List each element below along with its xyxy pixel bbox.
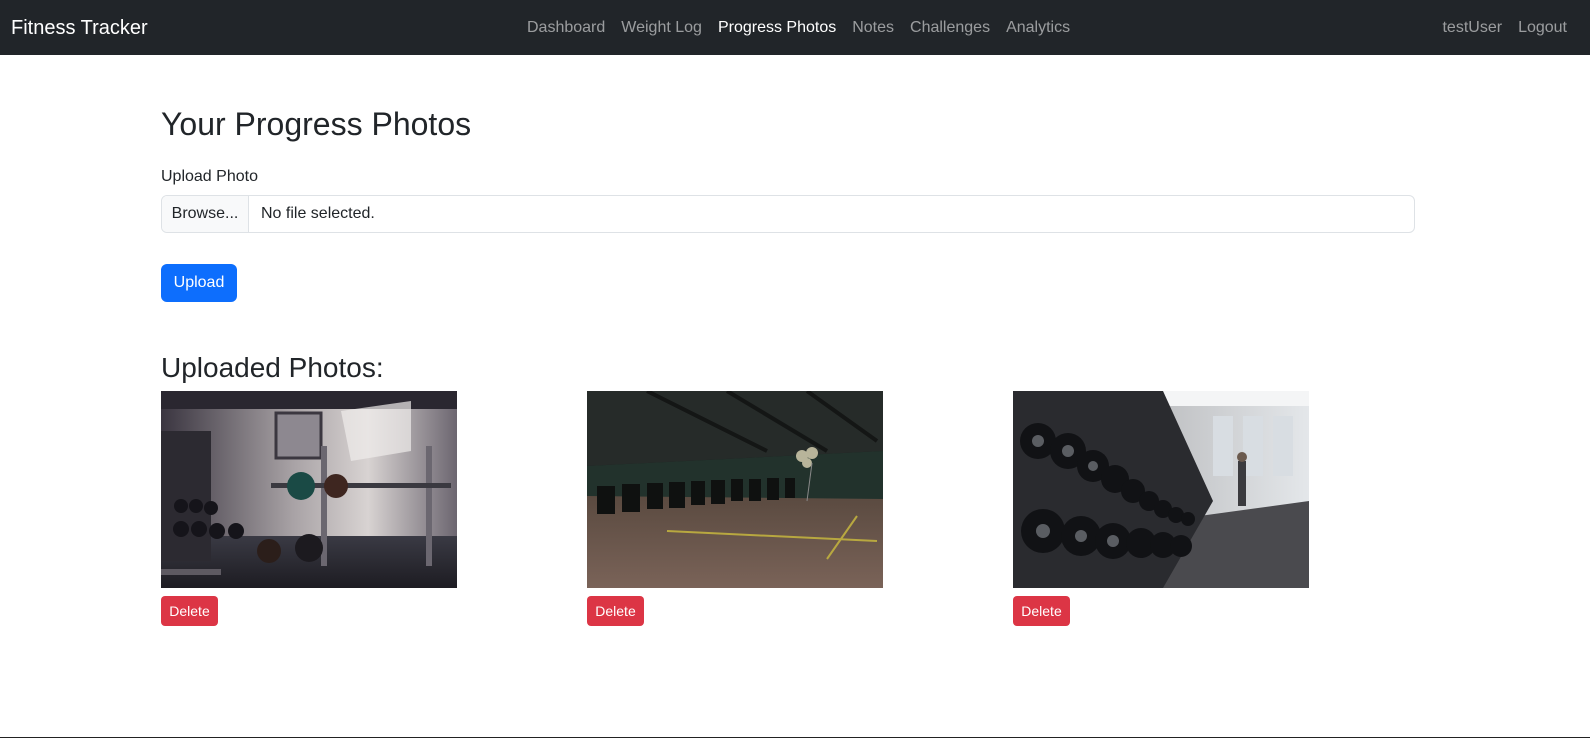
nav-link-challenges[interactable]: Challenges: [910, 17, 990, 39]
bottom-divider: [0, 737, 1590, 738]
delete-photo-button[interactable]: Delete: [587, 596, 644, 626]
delete-photo-button[interactable]: Delete: [1013, 596, 1070, 626]
nav-link-username[interactable]: testUser: [1442, 17, 1502, 39]
brand-logo-text[interactable]: Fitness Tracker: [11, 16, 148, 40]
gym-dumbbell-rack-photo: [1013, 391, 1309, 588]
upload-button[interactable]: Upload: [161, 264, 237, 302]
photo-card: Delete: [161, 391, 457, 626]
nav-link-dashboard[interactable]: Dashboard: [527, 17, 605, 39]
gym-squat-rack-photo: [161, 391, 457, 588]
delete-photo-button[interactable]: Delete: [161, 596, 218, 626]
nav-link-analytics[interactable]: Analytics: [1006, 17, 1070, 39]
nav-link-weight-log[interactable]: Weight Log: [621, 17, 702, 39]
browse-button[interactable]: Browse...: [162, 196, 249, 232]
nav-link-notes[interactable]: Notes: [852, 17, 894, 39]
nav-link-progress-photos[interactable]: Progress Photos: [718, 17, 836, 39]
photo-card: Delete: [1013, 391, 1309, 626]
photo-card: Delete: [587, 391, 883, 626]
page-title: Your Progress Photos: [161, 106, 472, 142]
uploaded-photos-title: Uploaded Photos:: [161, 352, 384, 383]
file-status-text: No file selected.: [261, 205, 375, 222]
main-nav: Dashboard Weight Log Progress Photos Not…: [527, 17, 1070, 39]
user-nav: testUser Logout: [1442, 17, 1567, 39]
file-input[interactable]: Browse... No file selected.: [161, 195, 1415, 233]
top-navbar: Fitness Tracker Dashboard Weight Log Pro…: [0, 0, 1590, 55]
nav-link-logout[interactable]: Logout: [1518, 17, 1567, 39]
gym-treadmill-hall-photo: [587, 391, 883, 588]
upload-photo-label: Upload Photo: [161, 168, 258, 185]
